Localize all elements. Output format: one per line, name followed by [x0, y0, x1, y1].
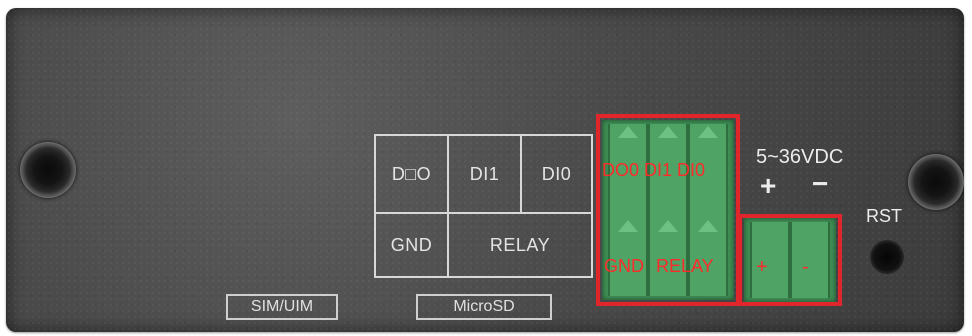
annotation-relay: RELAY	[656, 256, 714, 276]
sim-slot-label: SIM/UIM	[226, 294, 338, 320]
label-gnd: GND	[374, 212, 449, 278]
label-relay-text: RELAY	[489, 234, 551, 255]
power-minus-label: −	[812, 168, 829, 199]
power-voltage-label: 5~36VDC	[756, 146, 844, 168]
sim-slot-text: SIM/UIM	[250, 298, 314, 315]
annotation-plus: +	[756, 256, 768, 278]
annotation-gnd: GND	[604, 256, 644, 276]
right-screw-icon	[908, 154, 964, 210]
left-screw-icon	[20, 142, 76, 198]
reset-button[interactable]	[870, 240, 904, 274]
microsd-slot-text: MicroSD	[453, 298, 515, 315]
label-d00: D□O	[374, 134, 449, 214]
label-di1: DI1	[447, 134, 522, 214]
annotation-minus: -	[802, 256, 809, 278]
label-di0: DI0	[520, 134, 593, 214]
label-d00-text: D□O	[391, 163, 432, 184]
label-gnd-text: GND	[390, 234, 433, 255]
device-panel: D□O DI1 DI0 GND RELAY SIM/UIM MicroSD DO…	[6, 8, 964, 332]
annotation-top-row: DO0 DI1 DI0	[602, 160, 706, 180]
label-di1-text: DI1	[469, 163, 500, 184]
power-plus-label: +	[760, 170, 777, 201]
label-relay: RELAY	[447, 212, 593, 278]
microsd-slot-label: MicroSD	[416, 294, 552, 320]
power-highlight-box	[738, 214, 842, 306]
io-highlight-box	[596, 114, 740, 306]
rst-label: RST	[866, 206, 902, 226]
label-di0-text: DI0	[541, 163, 572, 184]
